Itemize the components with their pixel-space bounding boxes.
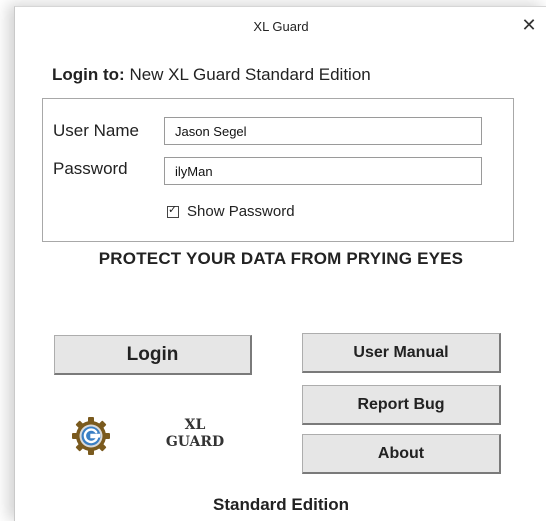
report-bug-button[interactable]: Report Bug xyxy=(302,385,501,425)
username-input[interactable] xyxy=(164,117,482,145)
login-to-label: Login to: xyxy=(52,65,125,84)
login-target-line: Login to: New XL Guard Standard Edition xyxy=(52,65,371,85)
gear-g-icon xyxy=(72,417,110,455)
edition-label: Standard Edition xyxy=(213,495,349,514)
screen: XL Guard ✕ Login to: New XL Guard Standa… xyxy=(0,0,546,521)
about-button[interactable]: About xyxy=(302,434,501,474)
close-button[interactable]: ✕ xyxy=(517,15,541,39)
logo-line-2: GUARD xyxy=(165,434,225,450)
show-password-checkbox[interactable] xyxy=(167,203,179,218)
window-title: XL Guard xyxy=(253,19,309,34)
tagline: PROTECT YOUR DATA FROM PRYING EYES xyxy=(98,249,464,268)
username-label: User Name xyxy=(53,121,139,140)
login-target-name: New XL Guard Standard Edition xyxy=(129,65,371,84)
login-button[interactable]: Login xyxy=(54,335,252,375)
close-icon: ✕ xyxy=(521,15,537,36)
title-bar: XL Guard ✕ xyxy=(15,7,546,47)
xl-guard-logo: XL GUARD xyxy=(160,417,230,451)
password-input[interactable] xyxy=(164,157,482,185)
password-label: Password xyxy=(53,159,128,178)
user-manual-button[interactable]: User Manual xyxy=(302,333,501,373)
login-dialog: XL Guard ✕ Login to: New XL Guard Standa… xyxy=(14,6,546,521)
show-password-label: Show Password xyxy=(187,203,295,220)
logo-line-1: XL xyxy=(184,417,206,433)
show-password-option[interactable]: Show Password xyxy=(167,203,295,220)
